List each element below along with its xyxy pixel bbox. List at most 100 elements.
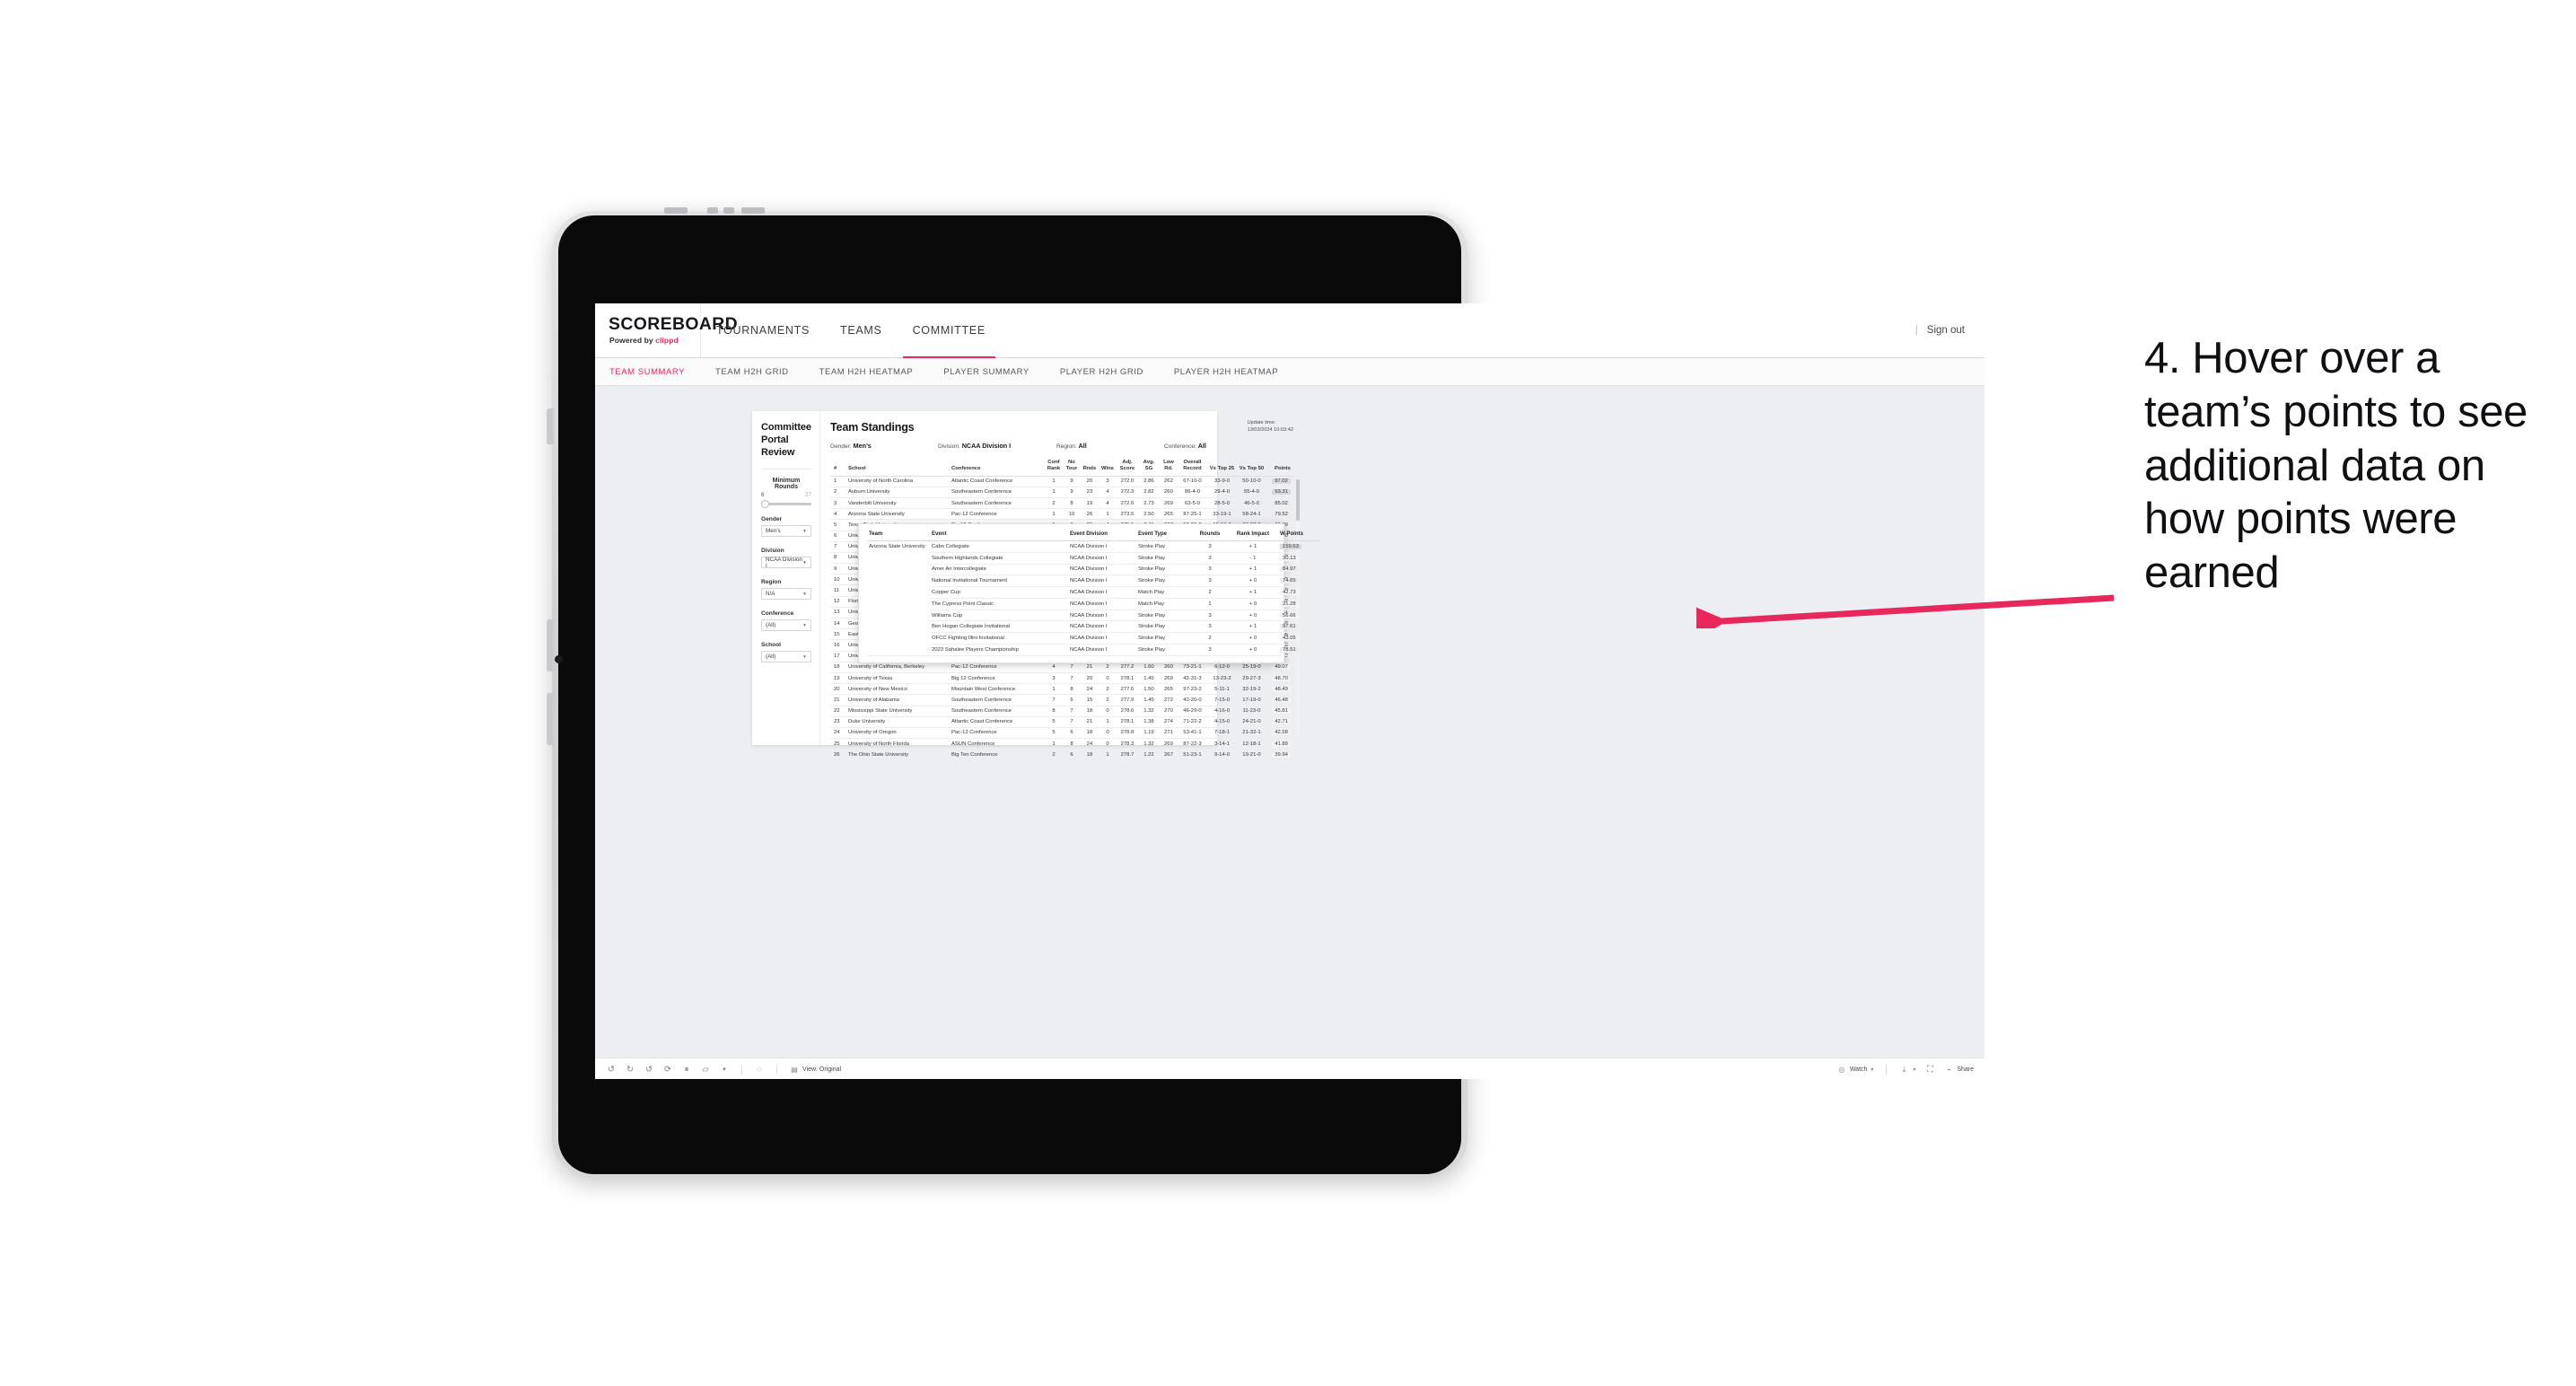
minimum-rounds-slider[interactable] [761,500,811,509]
table-row[interactable]: 24 University of Oregon Pac-12 Conference 5… [829,727,1294,740]
points-value[interactable]: 42.58 [1272,730,1291,736]
undo-icon[interactable]: ↺ [606,1065,617,1075]
division-select[interactable]: NCAA Division I ▼ [761,557,811,569]
fullscreen-icon[interactable]: ⛶ [1924,1065,1935,1075]
sign-out-link[interactable]: Sign out [1927,325,1965,336]
column-header[interactable]: Points [1266,460,1294,477]
column-header[interactable]: Vs Top 50 [1236,460,1266,477]
cell-pts[interactable]: 42.58 [1266,727,1294,740]
tooltip-cell-impact: + 1 [1227,564,1278,576]
tooltip-cell-division: NCAA Division I [1067,552,1136,565]
tab-player-h2h-grid[interactable]: PLAYER H2H GRID [1045,367,1159,377]
nav-item-teams[interactable]: TEAMS [825,303,898,357]
nav-item-tournaments[interactable]: TOURNAMENTS [701,303,825,357]
table-row[interactable]: 18 University of California, Berkeley Pac-… [829,662,1294,673]
share-button[interactable]: ⌁ Share [1943,1065,1974,1075]
tab-team-h2h-grid[interactable]: TEAM H2H GRID [700,367,804,377]
tab-player-h2h-heatmap[interactable]: PLAYER H2H HEATMAP [1159,367,1293,377]
cell-pts[interactable]: 41.89 [1266,738,1294,750]
slider-handle[interactable] [761,500,769,509]
cell-pts[interactable]: 39.94 [1266,749,1294,761]
column-header[interactable]: Vs Top 25 [1206,460,1237,477]
cell-pts[interactable]: 93.31 [1266,487,1294,498]
school-select[interactable]: (All) ▼ [761,651,811,663]
column-header[interactable]: Conf Rank [1044,460,1063,477]
conference-select[interactable]: (All) ▼ [761,619,811,632]
table-row[interactable]: 23 Duke University Atlantic Coast Conferen… [829,716,1294,728]
cell-pts[interactable]: 49.07 [1266,662,1294,673]
tab-player-summary[interactable]: PLAYER SUMMARY [928,367,1045,377]
column-header[interactable]: Adj. Score [1116,460,1138,477]
points-value[interactable]: 41.89 [1272,741,1291,747]
table-row[interactable]: 1 University of North Carolina Atlantic Co… [829,476,1294,487]
download-button[interactable]: ⤓ ▼ [1898,1065,1917,1075]
points-value[interactable]: 45.81 [1272,708,1291,715]
table-row[interactable]: 20 University of New Mexico Mountain West … [829,683,1294,696]
watch-button[interactable]: ◎ Watch ▼ [1836,1065,1874,1075]
points-value[interactable]: 39.94 [1272,751,1291,758]
points-value[interactable]: 93.31 [1272,489,1291,496]
points-value[interactable]: 49.07 [1272,664,1291,671]
pause-auto-update-icon[interactable]: ◌ [754,1065,765,1075]
pause-refresh-icon[interactable]: ⏸ [681,1065,692,1075]
table-row[interactable]: 26 The Ohio State University Big Ten Confe… [829,749,1294,761]
cell-t50: 55-4-0 [1236,487,1266,498]
table-row[interactable]: 2 Auburn University Southeastern Conferenc… [829,487,1294,498]
column-header[interactable]: Conference [950,460,1045,477]
redo-icon[interactable]: ↻ [625,1065,635,1075]
region-select[interactable]: N/A ▼ [761,588,811,601]
cell-pts[interactable]: 42.71 [1266,716,1294,728]
table-row[interactable]: 4 Arizona State University Pac-12 Conferen… [829,508,1294,521]
tooltip-cell-rounds: 3 [1191,644,1228,656]
scrollbar-thumb[interactable] [1295,479,1300,521]
cell-adj: 277.6 [1116,683,1138,696]
points-value[interactable]: 48.70 [1272,675,1291,681]
alerts-icon[interactable]: ▱ [700,1065,711,1075]
view-original-button[interactable]: ▤ View: Original [789,1065,841,1075]
cell-adj: 272.6 [1116,497,1138,510]
points-value[interactable]: 46.48 [1272,697,1291,703]
tooltip-column-header: Rank Impact [1227,531,1278,541]
cell-wins: 0 [1098,738,1117,750]
points-value[interactable]: 97.02 [1272,478,1291,485]
points-value[interactable]: 48.49 [1272,686,1291,692]
brand-logo[interactable]: SCOREBOARD Powered by clippd [595,303,738,357]
cell-pts[interactable]: 48.49 [1266,683,1294,696]
table-row[interactable]: 22 Mississippi State University Southeaste… [829,706,1294,717]
refresh-data-icon[interactable]: ⟳ [662,1065,673,1075]
cell-school: The Ohio State University [846,749,951,761]
revert-icon[interactable]: ↺ [644,1065,654,1075]
column-header[interactable]: # [829,460,847,477]
tab-team-h2h-heatmap[interactable]: TEAM H2H HEATMAP [804,367,929,377]
column-header[interactable]: School [846,460,951,477]
table-row[interactable]: 21 University of Alabama Southeastern Conf… [829,694,1294,706]
column-header[interactable]: Overall Record [1177,460,1207,477]
tooltip-cell-type: Stroke Play [1135,564,1192,576]
points-value[interactable]: 79.52 [1272,511,1291,517]
cell-notour: 8 [1062,497,1081,510]
points-value[interactable]: 42.71 [1272,719,1291,725]
gender-select[interactable]: Men’s ▼ [761,525,811,538]
table-row[interactable]: 19 University of Texas Big 12 Conference 3 7… [829,672,1294,685]
cell-pts[interactable]: 97.02 [1266,476,1294,487]
nav-item-committee[interactable]: COMMITTEE [898,303,1001,358]
cell-pts[interactable]: 48.70 [1266,672,1294,685]
cell-pts[interactable]: 79.52 [1266,508,1294,521]
tooltip-cell-impact: + 0 [1227,632,1278,645]
points-value[interactable]: 85.02 [1272,500,1291,506]
column-header[interactable]: Wins [1098,460,1117,477]
cell-pts[interactable]: 45.81 [1266,706,1294,717]
tooltip-cell-division: NCAA Division I [1067,540,1136,553]
column-header[interactable]: No Tour [1062,460,1081,477]
column-header[interactable]: Rnds [1080,460,1099,477]
table-row[interactable]: 3 Vanderbilt University Southeastern Confe… [829,497,1294,510]
summary-conference: Conference: All [1164,442,1272,450]
column-header[interactable]: Low Rd. [1159,460,1178,477]
table-row[interactable]: 25 University of North Florida ASUN Confer… [829,738,1294,750]
chevron-down-icon[interactable]: ▼ [719,1065,730,1075]
cell-pts[interactable]: 85.02 [1266,497,1294,510]
column-header[interactable]: Avg. SG [1137,460,1160,477]
tab-team-summary[interactable]: TEAM SUMMARY [609,367,700,377]
cell-pts[interactable]: 46.48 [1266,694,1294,706]
tooltip-cell-rounds: 3 [1191,552,1228,565]
